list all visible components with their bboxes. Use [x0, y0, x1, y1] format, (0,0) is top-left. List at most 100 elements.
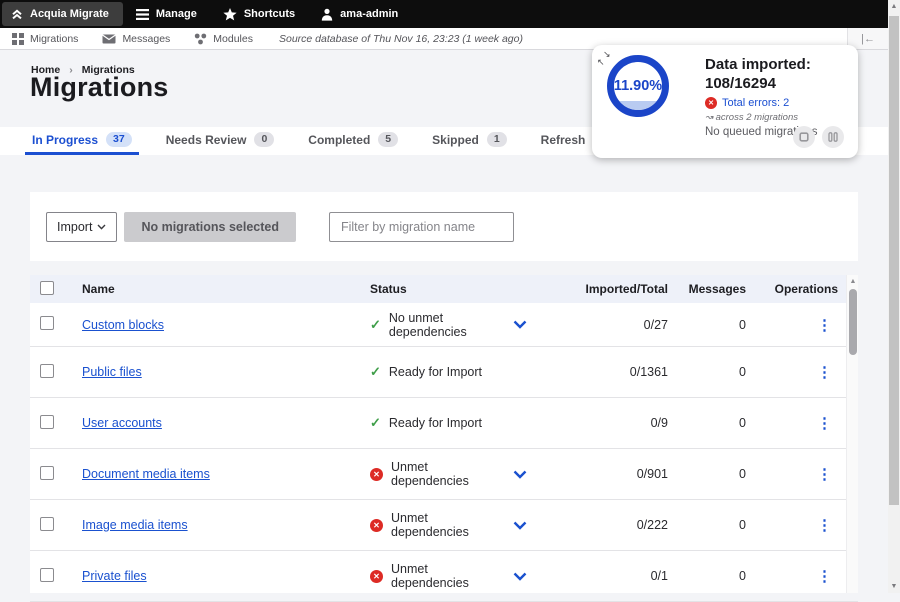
tab-skipped[interactable]: Skipped 1 — [425, 127, 514, 155]
migration-name-link[interactable]: Document media items — [82, 467, 210, 481]
migrations-table: Name Status Imported/Total Messages Oper… — [30, 275, 858, 593]
tab-completed[interactable]: Completed 5 — [301, 127, 405, 155]
messages-count: 0 — [672, 365, 750, 379]
table-row: Public files Ready for Import 0/1361 0 ⋮ — [30, 347, 858, 398]
tab-label: Completed — [308, 133, 370, 147]
modules-label: Modules — [213, 33, 253, 45]
messages-count: 0 — [672, 518, 750, 532]
operations-kebab-icon[interactable]: ⋮ — [817, 317, 832, 334]
toolbar-item-messages[interactable]: Messages — [90, 33, 182, 45]
operations-kebab-icon[interactable]: ⋮ — [817, 364, 832, 381]
pause-button[interactable] — [822, 126, 844, 148]
migration-name-link[interactable]: Custom blocks — [82, 318, 164, 332]
messages-count: 0 — [672, 416, 750, 430]
collapse-left-icon: |← — [861, 33, 875, 45]
tab-in-progress[interactable]: In Progress 37 — [25, 127, 139, 155]
migration-name-link[interactable]: Image media items — [82, 518, 188, 532]
scroll-down-arrow-icon[interactable]: ▼ — [888, 583, 900, 590]
manage-label: Manage — [156, 8, 197, 20]
operations-kebab-icon[interactable]: ⋮ — [817, 415, 832, 432]
hamburger-icon — [136, 9, 149, 20]
envelope-icon — [102, 34, 116, 44]
migration-name-link[interactable]: Public files — [82, 365, 142, 379]
admin-toolbar: Acquia Migrate Manage Shortcuts ama-admi… — [0, 0, 888, 28]
error-icon — [705, 97, 717, 109]
chevron-down-icon[interactable] — [513, 521, 527, 530]
column-header-status: Status — [370, 282, 500, 296]
tab-label: Skipped — [432, 133, 479, 147]
selection-count-button: No migrations selected — [124, 212, 296, 242]
imported-total-value: 0/901 — [540, 467, 672, 481]
scroll-up-arrow-icon[interactable]: ▲ — [888, 3, 900, 10]
imported-total-value: 0/27 — [540, 318, 672, 332]
data-imported-title: Data imported: — [705, 55, 853, 74]
migration-name-link[interactable]: Private files — [82, 569, 147, 583]
toolbar-item-migrations[interactable]: Migrations — [0, 33, 90, 45]
error-icon — [370, 468, 383, 481]
page-title: Migrations — [30, 72, 169, 103]
check-icon — [370, 317, 381, 333]
status-text: Unmet dependencies — [391, 511, 500, 539]
double-chevron-up-icon — [11, 8, 23, 21]
shortcuts-menu[interactable]: Shortcuts — [210, 0, 308, 28]
page-scrollbar[interactable]: ▲ ▼ — [888, 0, 900, 593]
chevron-down-icon[interactable] — [513, 470, 527, 479]
operations-kebab-icon[interactable]: ⋮ — [817, 466, 832, 483]
operations-kebab-icon[interactable]: ⋮ — [817, 517, 832, 534]
row-checkbox[interactable] — [40, 568, 54, 582]
table-row: Image media items Unmet dependencies 0/2… — [30, 500, 858, 551]
data-imported-count: 108/16294 — [705, 74, 853, 93]
tab-count-badge: 0 — [254, 132, 274, 147]
migration-filter-input[interactable] — [329, 212, 514, 242]
table-row: User accounts Ready for Import 0/9 0 ⋮ — [30, 398, 858, 449]
check-icon — [370, 364, 381, 380]
page-scrollbar-thumb[interactable] — [889, 16, 899, 505]
import-dropdown-button[interactable]: Import — [46, 212, 117, 242]
acquia-migrate-menu[interactable]: Acquia Migrate — [2, 2, 123, 26]
collapse-diagonal-icon[interactable]: ↖ — [597, 58, 605, 67]
brand-label: Acquia Migrate — [30, 8, 109, 20]
row-checkbox[interactable] — [40, 415, 54, 429]
stop-button[interactable] — [793, 126, 815, 148]
manage-menu[interactable]: Manage — [123, 0, 210, 28]
chevron-down-icon[interactable] — [513, 572, 527, 581]
modules-icon — [194, 33, 207, 45]
table-scrollbar[interactable]: ▲ — [846, 275, 858, 593]
messages-count: 0 — [672, 569, 750, 583]
tab-needs-review[interactable]: Needs Review 0 — [159, 127, 282, 155]
table-row: Custom blocks No unmet dependencies 0/27… — [30, 303, 858, 347]
messages-count: 0 — [672, 318, 750, 332]
row-checkbox[interactable] — [40, 517, 54, 531]
chevron-down-icon — [97, 224, 106, 230]
table-header-row: Name Status Imported/Total Messages Oper… — [30, 275, 858, 303]
status-text: No unmet dependencies — [389, 311, 500, 339]
status-text: Ready for Import — [389, 416, 482, 430]
column-header-imported: Imported/Total — [540, 282, 672, 296]
tab-label: Refresh — [541, 133, 586, 147]
table-scrollbar-thumb[interactable] — [849, 289, 857, 355]
total-errors-link[interactable]: Total errors: 2 — [705, 97, 853, 109]
tab-label: In Progress — [32, 133, 98, 147]
table-row: Document media items Unmet dependencies … — [30, 449, 858, 500]
scroll-up-arrow-icon[interactable]: ▲ — [847, 278, 859, 285]
total-errors-label: Total errors: 2 — [722, 97, 789, 109]
status-text: Unmet dependencies — [391, 460, 500, 488]
row-checkbox[interactable] — [40, 364, 54, 378]
column-header-operations: Operations — [750, 282, 846, 296]
imported-total-value: 0/1361 — [540, 365, 672, 379]
error-icon — [370, 519, 383, 532]
operations-kebab-icon[interactable]: ⋮ — [817, 568, 832, 585]
user-menu[interactable]: ama-admin — [308, 0, 411, 28]
row-checkbox[interactable] — [40, 316, 54, 330]
select-all-checkbox[interactable] — [40, 281, 54, 295]
actions-bar: Import No migrations selected — [30, 192, 858, 261]
pause-icon — [828, 132, 838, 142]
migrations-label: Migrations — [30, 33, 78, 45]
toolbar-item-modules[interactable]: Modules — [182, 33, 265, 45]
migration-name-link[interactable]: User accounts — [82, 416, 162, 430]
status-text: Ready for Import — [389, 365, 482, 379]
shortcuts-label: Shortcuts — [244, 8, 295, 20]
column-header-name: Name — [82, 282, 370, 296]
chevron-down-icon[interactable] — [513, 320, 527, 329]
row-checkbox[interactable] — [40, 466, 54, 480]
